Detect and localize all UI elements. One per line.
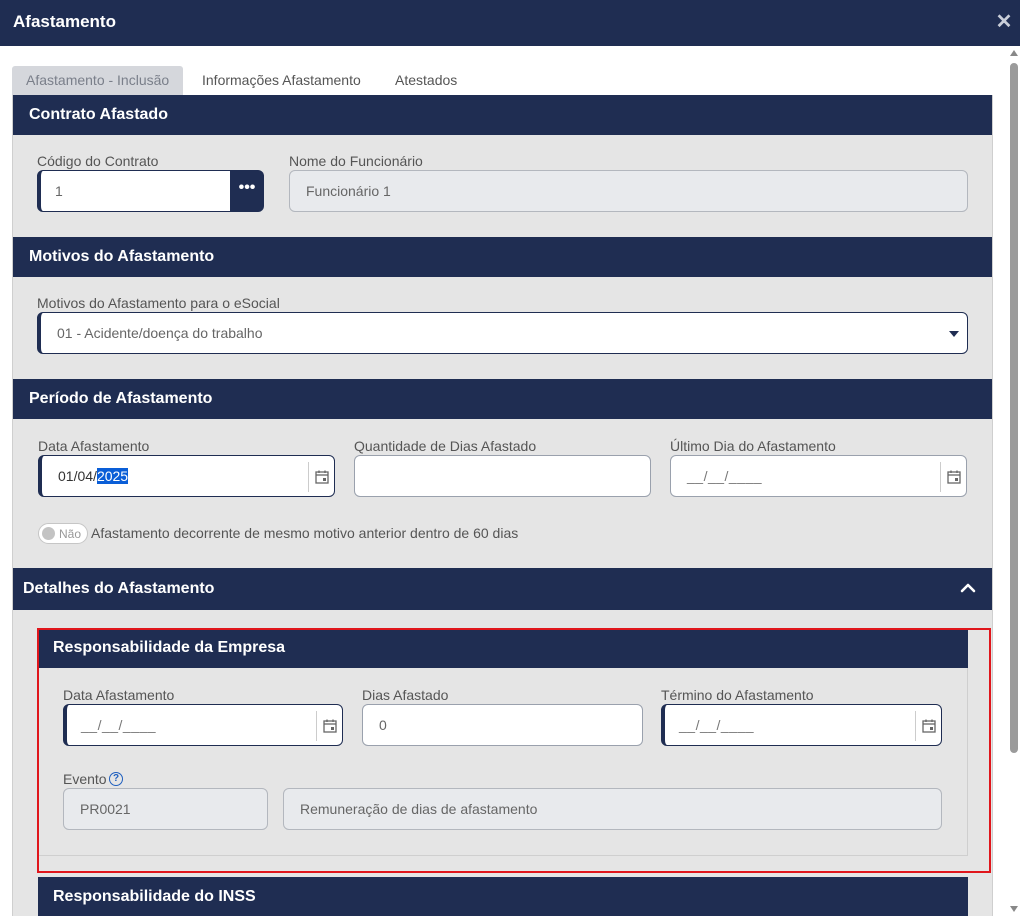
calendar-button[interactable] (308, 462, 334, 492)
quantidade-dias-label: Quantidade de Dias Afastado (354, 438, 537, 454)
dropdown-caret-icon (949, 331, 959, 337)
ultimo-dia-input[interactable]: __/__/____ (670, 455, 967, 497)
tab-afastamento-inclusao[interactable]: Afastamento - Inclusão (12, 66, 184, 95)
codigo-contrato-label: Código do Contrato (37, 153, 159, 169)
empresa-termino-input[interactable]: __/__/____ (661, 704, 942, 746)
empresa-termino-label: Término do Afastamento (661, 687, 814, 703)
calendar-icon (323, 719, 337, 733)
chevron-up-icon[interactable] (960, 580, 976, 594)
ultimo-dia-mask: __/__/____ (687, 468, 763, 484)
window-titlebar: Afastamento ✕ (0, 0, 1020, 46)
quantidade-dias-input[interactable] (354, 455, 651, 497)
ultimo-dia-label: Último Dia do Afastamento (670, 438, 836, 454)
nome-funcionario-value: Funcionário 1 (306, 183, 391, 199)
data-afastamento-input[interactable]: 01/04/2025 (38, 455, 335, 497)
empresa-data-mask: __/__/____ (81, 717, 157, 733)
evento-label: Evento (63, 771, 107, 787)
toggle-knob (42, 527, 55, 540)
motivos-esocial-label: Motivos do Afastamento para o eSocial (37, 295, 280, 311)
evento-code-value: PR0021 (80, 801, 131, 817)
calendar-button[interactable] (915, 711, 941, 741)
section-title: Motivos do Afastamento (29, 248, 215, 265)
nome-funcionario-label: Nome do Funcionário (289, 153, 423, 169)
question-circle-icon[interactable]: ? (109, 772, 123, 786)
section-title: Responsabilidade da Empresa (53, 639, 286, 656)
scroll-up-arrow-icon[interactable] (1010, 50, 1018, 56)
section-title: Responsabilidade do INSS (53, 888, 256, 905)
section-contrato-afastado: Contrato Afastado (13, 95, 992, 135)
section-responsabilidade-inss: Responsabilidade do INSS (38, 877, 968, 916)
evento-desc-field: Remuneração de dias de afastamento (283, 788, 942, 830)
tab-informacoes-afastamento[interactable]: Informações Afastamento (202, 66, 361, 95)
empresa-dias-input[interactable]: 0 (362, 704, 643, 746)
calendar-icon (922, 719, 936, 733)
calendar-button[interactable] (316, 711, 342, 741)
evento-desc-value: Remuneração de dias de afastamento (300, 801, 538, 817)
data-afastamento-value: 01/04/2025 (58, 468, 129, 484)
section-title: Período de Afastamento (29, 390, 213, 407)
empresa-data-input[interactable]: __/__/____ (63, 704, 343, 746)
evento-code-field: PR0021 (63, 788, 268, 830)
motivo-anterior-label: Afastamento decorrente de mesmo motivo a… (91, 525, 519, 541)
codigo-contrato-value: 1 (55, 183, 63, 199)
data-afastamento-label: Data Afastamento (38, 438, 150, 454)
empresa-data-label: Data Afastamento (63, 687, 175, 703)
section-title: Contrato Afastado (29, 106, 168, 123)
calendar-button[interactable] (940, 462, 966, 492)
section-motivos-afastamento: Motivos do Afastamento (13, 237, 992, 277)
toggle-state-label: Não (59, 527, 82, 541)
motivos-esocial-value: 01 - Acidente/doença do trabalho (57, 325, 263, 341)
section-responsabilidade-empresa: Responsabilidade da Empresa (38, 628, 968, 668)
calendar-icon (315, 470, 329, 484)
empresa-dias-value: 0 (379, 717, 387, 733)
lookup-button[interactable]: ••• (230, 170, 264, 212)
codigo-contrato-input[interactable]: 1 (37, 170, 233, 212)
close-icon[interactable]: ✕ (995, 12, 1013, 32)
section-title: Detalhes do Afastamento (23, 580, 215, 597)
motivo-anterior-toggle[interactable]: Não (38, 523, 88, 544)
scrollbar-thumb[interactable] (1010, 63, 1018, 753)
empresa-termino-mask: __/__/____ (679, 717, 755, 733)
motivos-esocial-select[interactable]: 01 - Acidente/doença do trabalho (37, 312, 968, 354)
section-detalhes-afastamento[interactable]: Detalhes do Afastamento (13, 568, 992, 610)
scroll-down-arrow-icon[interactable] (1010, 906, 1018, 912)
nome-funcionario-field: Funcionário 1 (289, 170, 968, 212)
section-periodo-afastamento: Período de Afastamento (13, 379, 992, 419)
tab-atestados[interactable]: Atestados (395, 66, 457, 95)
empresa-dias-label: Dias Afastado (362, 687, 449, 703)
window-title: Afastamento (13, 12, 116, 31)
calendar-icon (947, 470, 961, 484)
